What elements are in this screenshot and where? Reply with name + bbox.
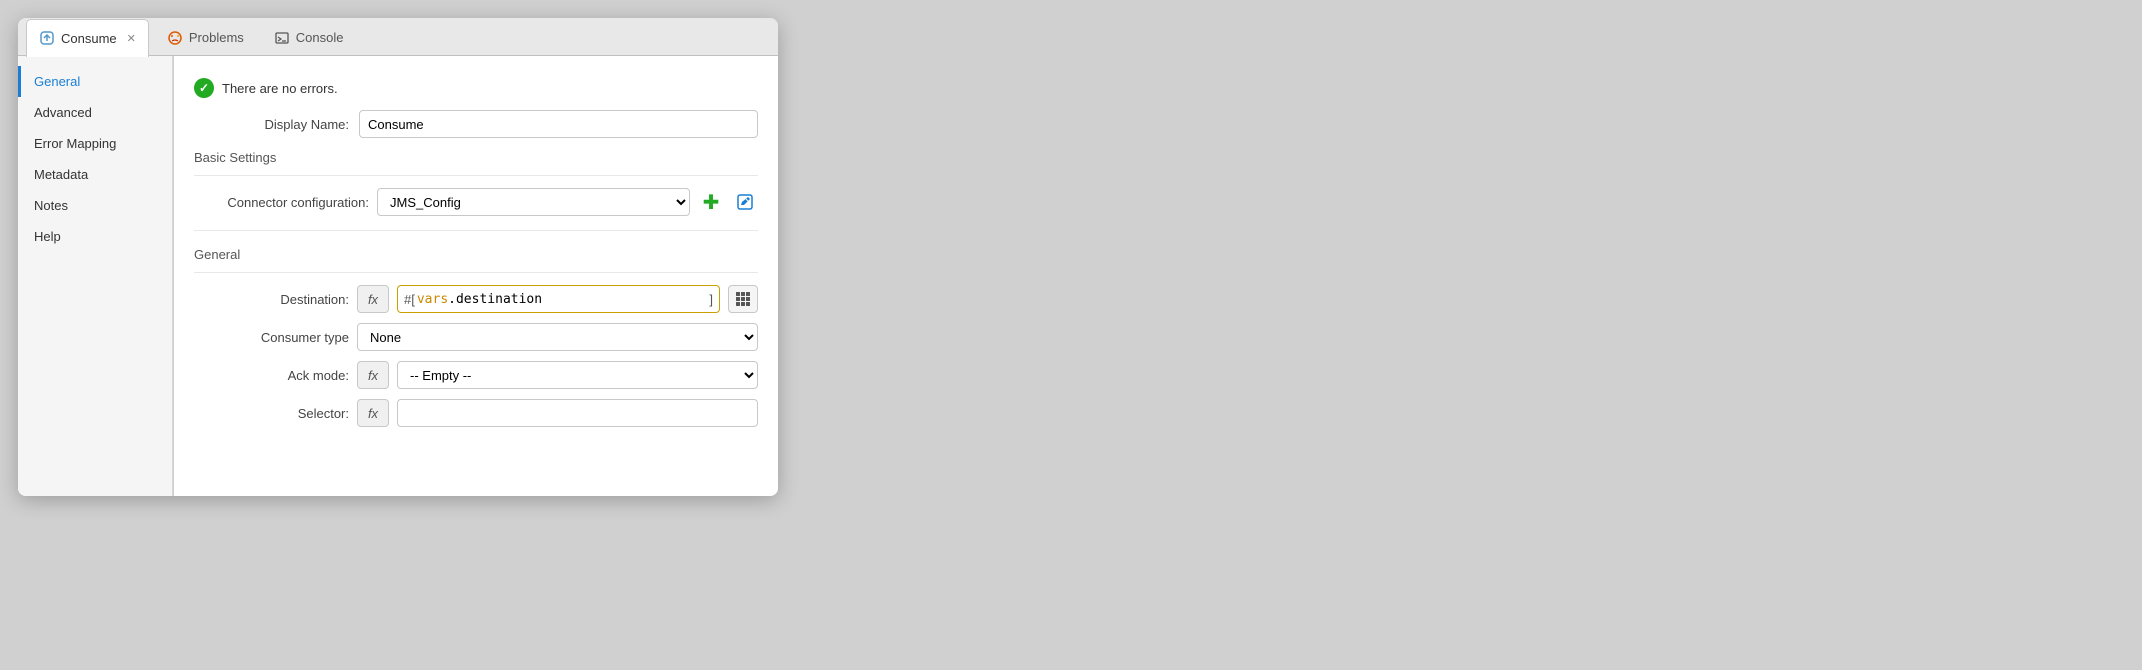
tab-console-label: Console [296,30,344,45]
destination-row: Destination: fx #[ vars.destination ] [194,285,758,313]
ack-mode-select[interactable]: -- Empty -- [397,361,758,389]
sidebar-item-general[interactable]: General [18,66,172,97]
edit-icon [736,193,754,211]
grid-icon [735,291,751,307]
consumer-type-label: Consumer type [194,330,349,345]
connector-config-select[interactable]: JMS_Config [377,188,690,216]
general-section-header: General [194,247,758,262]
display-name-row: Display Name: [194,110,758,138]
destination-prefix: #[ [404,292,415,307]
destination-keyword: vars [417,292,448,307]
sidebar-item-advanced[interactable]: Advanced [18,97,172,128]
tab-consume-close[interactable]: ✕ [127,32,136,45]
selector-label: Selector: [194,406,349,421]
connector-config-row: Connector configuration: JMS_Config ✚ [194,188,758,216]
plus-icon: ✚ [703,190,720,215]
add-connector-button[interactable]: ✚ [698,189,724,215]
tab-console[interactable]: Console [262,19,356,57]
consume-icon [39,30,55,46]
status-message: There are no errors. [222,81,338,96]
general-section: General Destination: fx #[ vars.destinat… [194,230,758,427]
tab-bar: Consume ✕ Problems Console [18,18,778,56]
tab-problems-label: Problems [189,30,244,45]
destination-suffix: ] [709,292,713,307]
selector-input[interactable] [397,399,758,427]
main-content: General Advanced Error Mapping Metadata … [18,56,778,496]
connector-config-label: Connector configuration: [194,195,369,210]
expression-editor-button[interactable] [728,285,758,313]
app-window: Consume ✕ Problems Console Gene [18,18,778,496]
selector-row: Selector: fx [194,399,758,427]
sidebar-item-help[interactable]: Help [18,221,172,252]
sidebar-item-metadata[interactable]: Metadata [18,159,172,190]
sidebar-item-error-mapping[interactable]: Error Mapping [18,128,172,159]
display-name-label: Display Name: [194,117,349,132]
ack-mode-fx-button[interactable]: fx [357,361,389,389]
destination-code-rest: .destination [448,292,542,307]
sidebar-item-notes[interactable]: Notes [18,190,172,221]
general-divider [194,272,758,273]
consumer-type-row: Consumer type None [194,323,758,351]
display-name-input[interactable] [359,110,758,138]
destination-code[interactable]: vars.destination [417,292,708,307]
tab-consume[interactable]: Consume ✕ [26,19,149,57]
tab-problems[interactable]: Problems [155,19,256,57]
selector-fx-button[interactable]: fx [357,399,389,427]
destination-input-wrapper: #[ vars.destination ] [397,285,720,313]
ack-mode-row: Ack mode: fx -- Empty -- [194,361,758,389]
content-area: ✓ There are no errors. Display Name: Bas… [173,56,778,496]
basic-settings-header: Basic Settings [194,150,758,165]
status-success-icon: ✓ [194,78,214,98]
console-icon [274,30,290,46]
sidebar: General Advanced Error Mapping Metadata … [18,56,173,496]
consumer-type-select[interactable]: None [357,323,758,351]
problems-icon [167,30,183,46]
edit-connector-button[interactable] [732,189,758,215]
destination-label: Destination: [194,292,349,307]
ack-mode-label: Ack mode: [194,368,349,383]
tab-consume-label: Consume [61,31,117,46]
destination-fx-button[interactable]: fx [357,285,389,313]
status-bar: ✓ There are no errors. [194,70,758,110]
basic-settings-divider [194,175,758,176]
